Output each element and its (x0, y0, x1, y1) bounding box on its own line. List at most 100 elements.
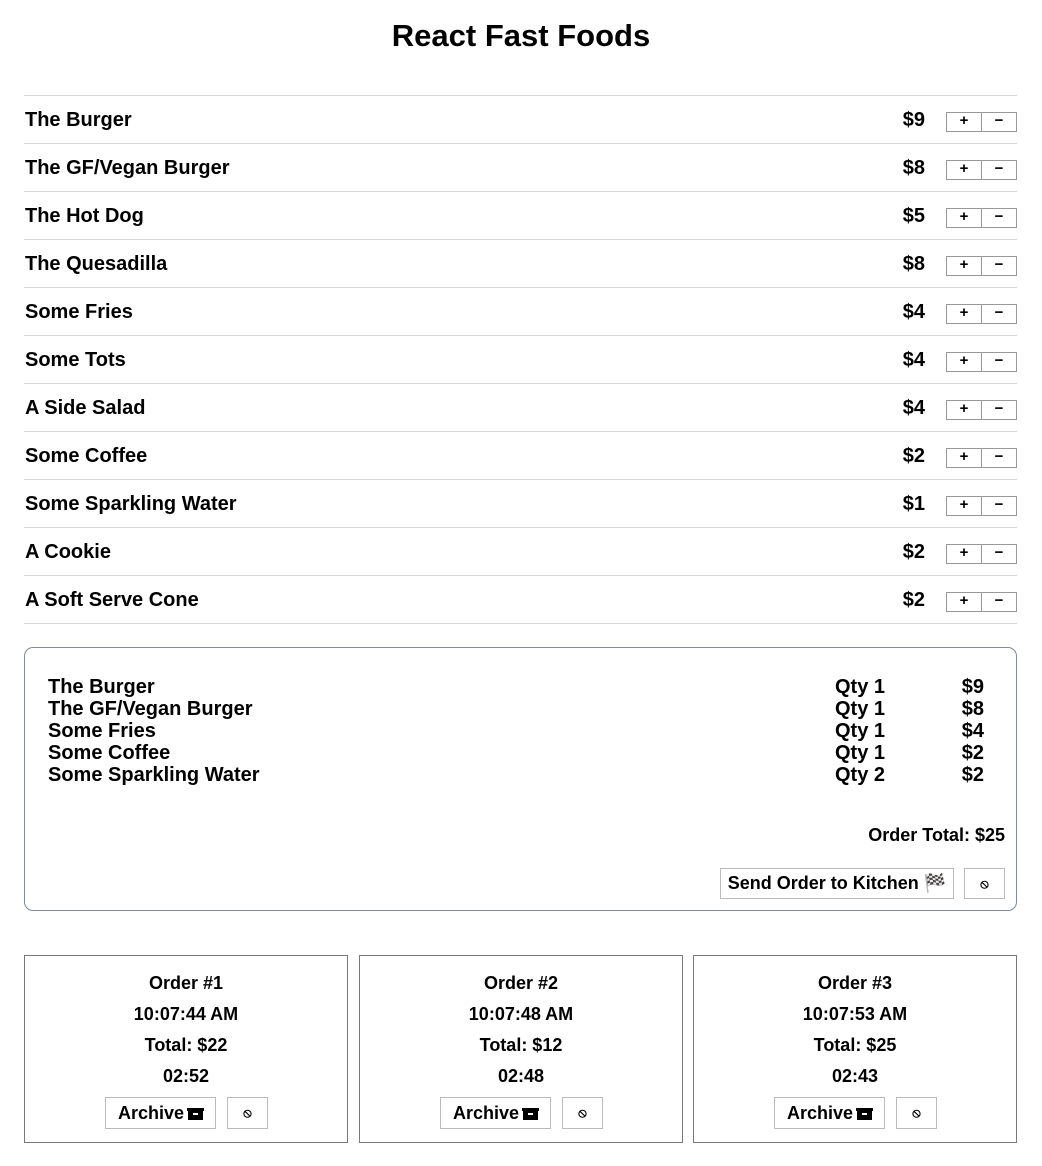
order-line-price: $2 (961, 742, 984, 764)
quantity-stepper: + − (946, 352, 1017, 372)
current-order-panel: The Burger Qty 1 $9 The GF/Vegan Burger … (24, 647, 1017, 911)
order-line-name: Some Coffee (48, 742, 171, 764)
add-button[interactable]: + (947, 113, 981, 131)
menu-item: Some Sparkling Water $1 + − (24, 480, 1017, 528)
ticket-time: 10:07:44 AM (133, 1004, 239, 1024)
remove-button[interactable]: − (981, 353, 1016, 371)
quantity-stepper: + − (946, 544, 1017, 564)
quantity-stepper: + − (946, 448, 1017, 468)
order-line: The GF/Vegan Burger Qty 1 $8 (48, 698, 984, 720)
remove-button[interactable]: − (981, 497, 1016, 515)
cancel-ticket-button[interactable]: ⦸ (562, 1097, 603, 1129)
menu-list: The Burger $9 + − The GF/Vegan Burger $8… (24, 95, 1017, 624)
remove-button[interactable]: − (981, 113, 1016, 131)
add-button[interactable]: + (947, 593, 981, 611)
ticket-time: 10:07:48 AM (468, 1004, 574, 1024)
ticket-title: Order #3 (817, 973, 893, 993)
order-line-qty: Qty 1 (835, 698, 886, 720)
remove-button[interactable]: − (981, 161, 1016, 179)
add-button[interactable]: + (947, 305, 981, 323)
remove-button[interactable]: − (981, 401, 1016, 419)
remove-button[interactable]: − (981, 593, 1016, 611)
order-line-name: Some Sparkling Water (48, 764, 260, 786)
menu-item: A Side Salad $4 + − (24, 384, 1017, 432)
remove-button[interactable]: − (981, 305, 1016, 323)
menu-item-price: $2 (902, 445, 925, 467)
ticket-actions: Archive ⦸ (25, 1097, 347, 1129)
menu-item-price: $2 (902, 589, 925, 611)
archive-button[interactable]: Archive (774, 1097, 885, 1129)
order-line-qty: Qty 1 (835, 742, 886, 764)
remove-button[interactable]: − (981, 449, 1016, 467)
order-line-name: Some Fries (48, 720, 156, 742)
order-line-price: $8 (961, 698, 984, 720)
add-button[interactable]: + (947, 497, 981, 515)
menu-item-name: The Quesadilla (25, 253, 168, 275)
menu-item: The Hot Dog $5 + − (24, 192, 1017, 240)
ticket-time: 10:07:53 AM (802, 1004, 908, 1024)
cancel-icon: ⦸ (980, 876, 989, 891)
menu-item-price: $5 (902, 205, 925, 227)
menu-item-price: $9 (902, 109, 925, 131)
order-lines: The Burger Qty 1 $9 The GF/Vegan Burger … (48, 676, 984, 786)
add-button[interactable]: + (947, 161, 981, 179)
archive-button[interactable]: Archive (105, 1097, 216, 1129)
order-line-qty: Qty 2 (835, 764, 886, 786)
menu-item: A Cookie $2 + − (24, 528, 1017, 576)
quantity-stepper: + − (946, 160, 1017, 180)
order-line-name: The Burger (48, 676, 155, 698)
kitchen-orders: Order #1 10:07:44 AM Total: $22 02:52 Ar… (24, 955, 1017, 1143)
remove-button[interactable]: − (981, 209, 1016, 227)
order-line: Some Sparkling Water Qty 2 $2 (48, 764, 984, 786)
remove-button[interactable]: − (981, 257, 1016, 275)
remove-button[interactable]: − (981, 545, 1016, 563)
archive-icon (856, 1108, 874, 1120)
menu-item-price: $2 (902, 541, 925, 563)
menu-item: A Soft Serve Cone $2 + − (24, 576, 1017, 624)
order-total: Order Total: $25 (868, 825, 1005, 845)
send-to-kitchen-button[interactable]: Send Order to Kitchen 🏁 (720, 868, 954, 899)
quantity-stepper: + − (946, 496, 1017, 516)
quantity-stepper: + − (946, 112, 1017, 132)
add-button[interactable]: + (947, 545, 981, 563)
archive-icon (522, 1108, 540, 1120)
add-button[interactable]: + (947, 257, 981, 275)
cancel-icon: ⦸ (243, 1105, 252, 1120)
add-button[interactable]: + (947, 449, 981, 467)
archive-icon (187, 1108, 205, 1120)
menu-item-name: A Soft Serve Cone (25, 589, 199, 611)
archive-label: Archive (117, 1103, 185, 1123)
ticket-actions: Archive ⦸ (694, 1097, 1016, 1129)
add-button[interactable]: + (947, 401, 981, 419)
menu-item: Some Fries $4 + − (24, 288, 1017, 336)
cancel-ticket-button[interactable]: ⦸ (227, 1097, 268, 1129)
order-line-price: $4 (961, 720, 984, 742)
menu-item-name: Some Coffee (25, 445, 148, 467)
order-ticket: Order #3 10:07:53 AM Total: $25 02:43 Ar… (693, 955, 1017, 1143)
menu-item-price: $4 (902, 397, 925, 419)
order-line-qty: Qty 1 (835, 676, 886, 698)
ticket-title: Order #1 (148, 973, 224, 993)
add-button[interactable]: + (947, 209, 981, 227)
archive-button[interactable]: Archive (440, 1097, 551, 1129)
cancel-icon: ⦸ (578, 1105, 587, 1120)
order-line-price: $2 (961, 764, 984, 786)
menu-item: The Quesadilla $8 + − (24, 240, 1017, 288)
menu-item-name: Some Sparkling Water (25, 493, 237, 515)
quantity-stepper: + − (946, 304, 1017, 324)
menu-item-price: $8 (902, 157, 925, 179)
page-title: React Fast Foods (391, 18, 651, 53)
menu-item-name: Some Tots (25, 349, 126, 371)
add-button[interactable]: + (947, 353, 981, 371)
quantity-stepper: + − (946, 592, 1017, 612)
menu-item: The GF/Vegan Burger $8 + − (24, 144, 1017, 192)
archive-label: Archive (452, 1103, 520, 1123)
menu-item-name: The Burger (25, 109, 132, 131)
order-ticket: Order #1 10:07:44 AM Total: $22 02:52 Ar… (24, 955, 348, 1143)
cancel-order-button[interactable]: ⦸ (964, 868, 1005, 899)
menu-item-price: $8 (902, 253, 925, 275)
quantity-stepper: + − (946, 256, 1017, 276)
cancel-ticket-button[interactable]: ⦸ (896, 1097, 937, 1129)
menu-item-name: A Cookie (25, 541, 111, 563)
menu-item-name: The GF/Vegan Burger (25, 157, 230, 179)
